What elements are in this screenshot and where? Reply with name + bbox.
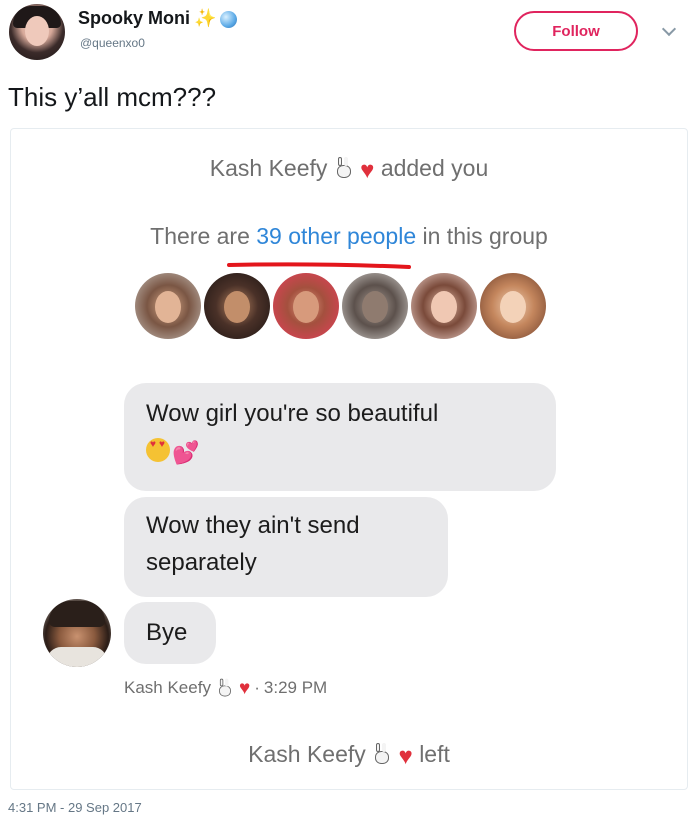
participant-avatar[interactable] <box>204 273 270 339</box>
participant-avatars <box>135 273 546 339</box>
follow-button[interactable]: Follow <box>514 11 638 51</box>
broken-heart-icon: ♥ <box>360 157 375 184</box>
meta-sender-name: Kash Keefy <box>124 678 211 697</box>
meta-time: 3:29 PM <box>263 678 328 697</box>
participant-avatar[interactable] <box>342 273 408 339</box>
participant-avatar[interactable] <box>135 273 201 339</box>
message-meta: Kash Keefy ♥ · 3:29 PM <box>124 677 327 699</box>
sparkle-icon: ✨ <box>194 8 217 28</box>
message-text: Bye <box>146 619 188 646</box>
other-people-link[interactable]: 39 other people <box>256 223 416 249</box>
message-text: Wow girl you're so beautiful <box>146 400 439 427</box>
two-hearts-icon: 💕 <box>172 440 200 465</box>
tweet: Spooky Moni ✨ @queenxo0 Follow This y’al… <box>0 0 700 825</box>
left-name: Kash Keefy <box>248 741 366 767</box>
group-suffix: in this group <box>422 223 548 249</box>
heart-eyes-icon <box>146 438 170 462</box>
attached-screenshot[interactable]: Kash Keefy ♥ added you There are 39 othe… <box>10 128 688 790</box>
sender-avatar-hair <box>49 601 105 627</box>
bunny-icon <box>372 743 392 765</box>
participant-avatar[interactable] <box>411 273 477 339</box>
added-suffix: added you <box>380 155 489 181</box>
user-avatar[interactable] <box>9 4 65 60</box>
participant-avatar[interactable] <box>273 273 339 339</box>
sender-avatar[interactable] <box>43 599 111 667</box>
broken-heart-icon: ♥ <box>238 677 251 699</box>
message-bubble[interactable]: Wow they ain't send separately <box>124 497 448 597</box>
tweet-text: This y’all mcm??? <box>8 82 217 112</box>
display-name[interactable]: Spooky Moni ✨ <box>78 8 238 29</box>
group-members-notice: There are 39 other people in this group <box>11 223 687 250</box>
added-by-name: Kash Keefy <box>209 155 328 181</box>
message-bubble[interactable]: Wow girl you're so beautiful 💕 <box>124 383 556 491</box>
message-text: Wow they ain't send separately <box>146 512 360 576</box>
group-prefix: There are <box>150 223 250 249</box>
user-handle[interactable]: @queenxo0 <box>80 36 145 50</box>
bunny-icon <box>216 678 233 698</box>
red-underline-mark <box>227 262 411 269</box>
participant-avatar[interactable] <box>480 273 546 339</box>
display-name-text: Spooky Moni <box>78 8 190 28</box>
caret-down-icon[interactable] <box>661 21 677 37</box>
tweet-timestamp[interactable]: 4:31 PM - 29 Sep 2017 <box>8 800 142 815</box>
added-you-notice: Kash Keefy ♥ added you <box>11 155 687 183</box>
left-suffix: left <box>419 741 450 767</box>
bunny-icon <box>334 157 354 179</box>
sender-avatar-shirt <box>47 647 107 667</box>
broken-heart-icon: ♥ <box>398 743 413 770</box>
message-bubble[interactable]: Bye <box>124 602 216 664</box>
meta-separator: · <box>254 678 260 697</box>
crystal-ball-icon <box>220 11 238 28</box>
left-group-notice: Kash Keefy ♥ left <box>11 741 687 769</box>
avatar-face <box>25 16 49 46</box>
